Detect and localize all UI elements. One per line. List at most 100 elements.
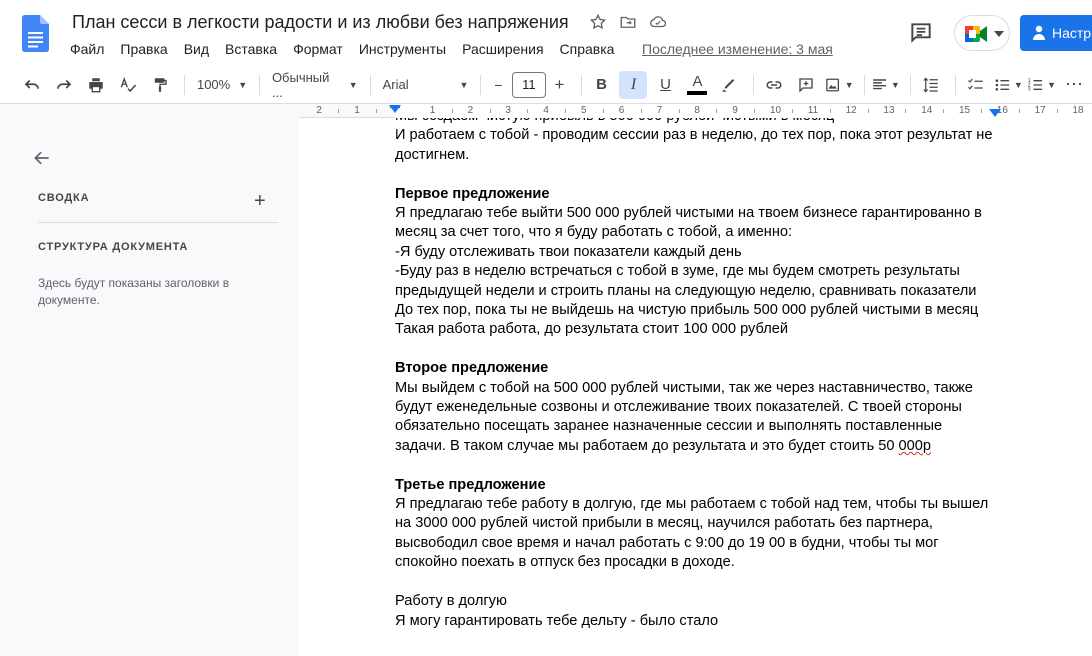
- menu-file[interactable]: Файл: [62, 39, 112, 59]
- insert-image-icon[interactable]: ▼: [824, 71, 854, 99]
- ruler-number: 3: [505, 105, 511, 116]
- document-canvas[interactable]: Мы создаем чистую прибыль в 500 000 рубл…: [299, 118, 1092, 656]
- caret-down-icon: ▼: [459, 79, 469, 90]
- menu-view[interactable]: Вид: [176, 39, 217, 59]
- docs-logo-icon[interactable]: [22, 15, 49, 52]
- underline-button[interactable]: U: [651, 71, 679, 99]
- document-line[interactable]: на 3000 000 рублей чистой прибыли в меся…: [395, 514, 1005, 533]
- add-summary-button[interactable]: +: [254, 190, 266, 213]
- document-heading[interactable]: Второе предложение: [395, 359, 1005, 378]
- document-line[interactable]: [395, 456, 1005, 475]
- document-line[interactable]: будут еженедельные созвоны и отслеживани…: [395, 398, 1005, 417]
- document-line[interactable]: -Я буду отслеживать твои показатели кажд…: [395, 243, 1005, 262]
- document-line[interactable]: предыдущей недели и строить планы на сле…: [395, 282, 1005, 301]
- document-body[interactable]: Мы создаем чистую прибыль в 500 000 рубл…: [395, 118, 1005, 631]
- menu-edit[interactable]: Правка: [112, 39, 175, 59]
- bulleted-list-icon[interactable]: ▼: [994, 71, 1023, 99]
- document-line[interactable]: Я предлагаю тебе работу в долгую, где мы…: [395, 495, 1005, 514]
- cloud-status-icon[interactable]: [648, 12, 668, 32]
- text-color-button[interactable]: A: [683, 71, 711, 99]
- zoom-select[interactable]: 100% ▼: [191, 71, 253, 99]
- document-line[interactable]: [395, 340, 1005, 359]
- toolbar-separator: [258, 74, 260, 95]
- outline-hint: Здесь будут показаны заголовки в докумен…: [38, 276, 230, 307]
- menu-tools[interactable]: Инструменты: [351, 39, 454, 59]
- spellcheck-icon[interactable]: [114, 71, 142, 99]
- document-line[interactable]: Работу в долгую: [395, 592, 1005, 611]
- align-left-icon[interactable]: ▼: [871, 71, 900, 99]
- font-size-input[interactable]: 11: [512, 71, 546, 98]
- document-line[interactable]: Мы создаем чистую прибыль в 500 000 рубл…: [395, 118, 1005, 126]
- document-line[interactable]: высвободил свое время и начал работать с…: [395, 534, 1005, 553]
- ruler-tick: [943, 109, 945, 113]
- ruler-number: 6: [618, 105, 625, 116]
- share-button[interactable]: Настр: [1020, 15, 1092, 51]
- document-page[interactable]: Мы создаем чистую прибыль в 500 000 рубл…: [299, 118, 1092, 656]
- line-spacing-icon[interactable]: [917, 71, 945, 99]
- document-heading[interactable]: Третье предложение: [395, 476, 1005, 495]
- document-line[interactable]: достигнем.: [395, 146, 1005, 165]
- bold-button[interactable]: B: [587, 71, 615, 99]
- increase-font-size-button[interactable]: +: [549, 71, 571, 99]
- menu-insert[interactable]: Вставка: [217, 39, 285, 59]
- document-line[interactable]: Мы выйдем с тобой на 500 000 рублей чист…: [395, 379, 1005, 398]
- ruler-number: 5: [581, 105, 587, 116]
- document-line-text: Первое предложение: [395, 185, 550, 202]
- menu-help[interactable]: Справка: [552, 39, 623, 59]
- ruler-tick: [376, 109, 378, 113]
- comment-history-icon[interactable]: [908, 20, 934, 46]
- menu-bar: Файл Правка Вид Вставка Формат Инструмен…: [62, 39, 622, 59]
- document-line[interactable]: -Буду раз в неделю встречаться с тобой в…: [395, 262, 1005, 281]
- outline-heading: СТРУКТУРА ДОКУМЕНТА: [38, 241, 189, 253]
- ruler-number: 2: [467, 105, 474, 116]
- spelling-error-text[interactable]: 000р: [899, 438, 931, 454]
- document-line[interactable]: [395, 165, 1005, 184]
- link-icon[interactable]: [760, 71, 788, 99]
- meet-button[interactable]: [954, 15, 1010, 51]
- menu-format[interactable]: Формат: [285, 39, 351, 59]
- paragraph-style-value: Обычный ...: [271, 69, 330, 100]
- numbered-list-icon[interactable]: 123 ▼: [1027, 71, 1056, 99]
- document-line[interactable]: обязательно посещать заранее назначенные…: [395, 417, 1005, 436]
- document-line[interactable]: И работаем с тобой - проводим сессии раз…: [395, 126, 1005, 145]
- last-edit-link[interactable]: Последнее изменение: 3 мая: [642, 41, 833, 57]
- redo-icon[interactable]: [50, 71, 78, 99]
- horizontal-ruler[interactable]: 2 1 1 2 3 4 5 6 7 8 9 10 11 12 13 14 15 16 17 18: [299, 104, 1092, 118]
- checklist-icon[interactable]: [962, 71, 990, 99]
- document-line[interactable]: Я предлагаю тебе выйти 500 000 рублей чи…: [395, 204, 1005, 223]
- decrease-font-size-button[interactable]: −: [487, 71, 509, 99]
- star-icon[interactable]: [588, 12, 608, 32]
- document-line[interactable]: задачи. В таком случае мы работаем до ре…: [395, 437, 1005, 456]
- toolbar: 100% ▼ Обычный ... ▼ Arial ▼ − 11 + B I …: [0, 66, 1092, 104]
- font-select[interactable]: Arial ▼: [377, 71, 475, 99]
- back-arrow-icon[interactable]: [32, 148, 52, 168]
- toolbar-separator: [753, 74, 755, 95]
- summary-heading: СВОДКА: [38, 192, 90, 204]
- document-title[interactable]: План сесси в легкости радости и из любви…: [72, 12, 569, 33]
- highlight-icon[interactable]: [715, 71, 743, 99]
- ruler-number: 11: [807, 105, 819, 116]
- document-line[interactable]: Я могу гарантировать тебе дельту - было …: [395, 612, 1005, 631]
- paragraph-style-select[interactable]: Обычный ... ▼: [266, 69, 364, 100]
- document-line[interactable]: [395, 573, 1005, 592]
- document-line-text: на 3000 000 рублей чистой прибыли в меся…: [395, 515, 933, 532]
- ruler-number: 14: [921, 105, 933, 116]
- add-comment-icon[interactable]: [792, 71, 820, 99]
- italic-button[interactable]: I: [619, 70, 648, 99]
- document-heading[interactable]: Первое предложение: [395, 185, 1005, 204]
- document-line[interactable]: спокойно поехать в отпуск без просадки в…: [395, 553, 1005, 572]
- print-icon[interactable]: [82, 71, 110, 99]
- undo-icon[interactable]: [18, 71, 46, 99]
- paint-format-icon[interactable]: [146, 71, 174, 99]
- document-line[interactable]: До тех пор, пока ты не выйдешь на чистую…: [395, 301, 1005, 320]
- document-line-text: Работу в долгую: [395, 593, 507, 610]
- more-options-icon[interactable]: ⋯: [1060, 71, 1088, 99]
- document-line[interactable]: месяц за счет того, что я буду работать …: [395, 223, 1005, 242]
- menu-extensions[interactable]: Расширения: [454, 39, 551, 59]
- document-line-text: Я предлагаю тебе работу в долгую, где мы…: [395, 496, 989, 513]
- sidebar-divider: [38, 222, 278, 223]
- left-indent-marker-icon[interactable]: [389, 105, 401, 115]
- move-to-folder-icon[interactable]: [618, 12, 638, 32]
- ruler-number: 4: [543, 105, 549, 116]
- document-line[interactable]: Такая работа работа, до результата стоит…: [395, 320, 1005, 339]
